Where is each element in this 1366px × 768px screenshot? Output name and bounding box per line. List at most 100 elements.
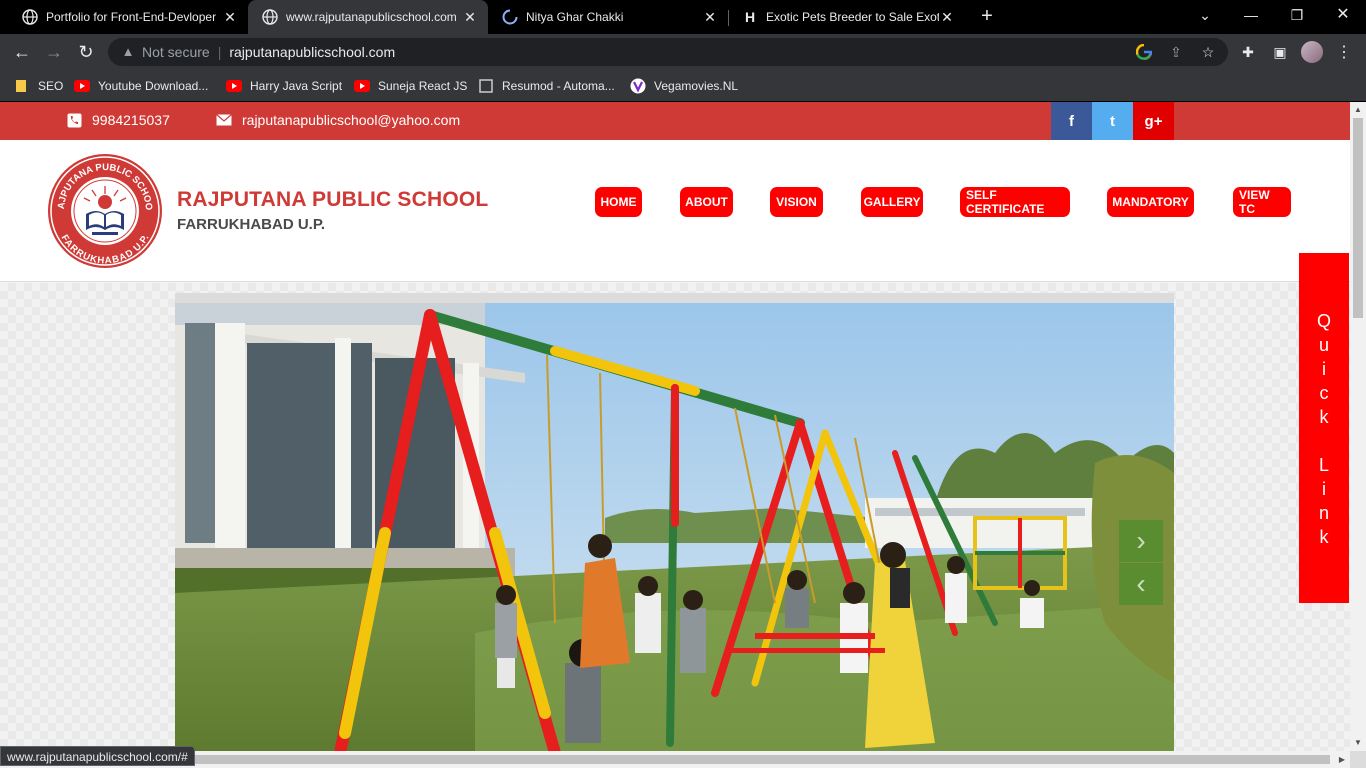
bookmark-label: Suneja React JS <box>378 79 468 93</box>
tab-title: Exotic Pets Breeder to Sale Exotic <box>766 10 939 24</box>
tab-search-chevron-icon[interactable]: ⌄ <box>1182 0 1228 34</box>
close-window-button[interactable]: ✕ <box>1320 0 1366 34</box>
horizontal-scrollbar[interactable]: ▶ <box>0 751 1350 768</box>
email-address[interactable]: rajputanapublicschool@yahoo.com <box>242 112 460 128</box>
school-location: FARRUKHABAD U.P. <box>177 216 326 233</box>
menu-dots-icon[interactable]: ⋮ <box>1330 38 1358 66</box>
minimize-button[interactable]: — <box>1228 0 1274 34</box>
restore-button[interactable]: ❐ <box>1274 0 1320 34</box>
slider-next-arrow-icon[interactable]: › <box>1119 520 1163 562</box>
url-text[interactable]: rajputanapublicschool.com <box>229 44 395 60</box>
bookmark-label: SEO <box>38 79 64 93</box>
hero-slider-image[interactable] <box>175 303 1174 751</box>
tab-rajputana[interactable]: www.rajputanapublicschool.com ✕ <box>248 0 488 34</box>
nav-about[interactable]: ABOUT <box>680 187 733 217</box>
mail-icon <box>216 112 232 128</box>
quick-link-letter: Q <box>1316 311 1331 331</box>
close-icon[interactable]: ✕ <box>222 9 238 26</box>
youtube-icon <box>74 78 90 94</box>
quick-link-letter: k <box>1319 407 1329 427</box>
google-plus-icon[interactable]: g+ <box>1133 102 1174 140</box>
quick-link-letter: L <box>1318 455 1329 475</box>
forward-arrow-icon[interactable]: → <box>40 38 68 66</box>
quick-link-letter: i <box>1322 359 1326 379</box>
resumod-icon <box>478 78 494 94</box>
phone-icon <box>66 112 82 128</box>
nav-self-certificate[interactable]: SELF CERTIFICATE <box>960 187 1070 217</box>
back-arrow-icon[interactable]: ← <box>8 38 36 66</box>
horizontal-scroll-thumb[interactable] <box>190 755 1330 764</box>
quick-link-tab[interactable]: Q u i c k L i n k <box>1299 253 1349 603</box>
tab-title: Portfolio for Front-End-Devloper <box>46 10 217 24</box>
youtube-icon <box>226 78 242 94</box>
quick-link-letter: c <box>1319 383 1329 403</box>
folder-icon <box>14 78 30 94</box>
share-icon[interactable]: ⇪ <box>1164 38 1188 66</box>
vertical-scroll-thumb[interactable] <box>1353 118 1363 318</box>
tab-exotic-pets[interactable]: H Exotic Pets Breeder to Sale Exotic ✕ <box>728 0 965 34</box>
main-content: › ‹ <box>0 283 1350 751</box>
bookmarks-bar: SEO Youtube Download... Harry Java Scrip… <box>0 70 1366 102</box>
reload-icon[interactable]: ↻ <box>72 38 100 66</box>
quick-link-letter: k <box>1319 527 1329 547</box>
web-viewport: 9984215037 rajputanapublicschool@yahoo.c… <box>0 102 1350 751</box>
scroll-right-arrow-icon[interactable]: ▶ <box>1334 751 1350 768</box>
vegamovies-icon <box>630 78 646 94</box>
side-panel-icon[interactable]: ▣ <box>1266 38 1294 66</box>
new-tab-button[interactable]: + <box>976 5 998 27</box>
nav-gallery[interactable]: GALLERY <box>861 187 923 217</box>
globe-icon <box>262 9 278 25</box>
star-icon[interactable]: ☆ <box>1196 38 1220 66</box>
loading-spinner-icon <box>502 9 518 25</box>
bookmark-youtube-download[interactable]: Youtube Download... <box>74 76 208 96</box>
tab-strip: Portfolio for Front-End-Devloper ✕ www.r… <box>0 0 1366 34</box>
close-icon[interactable]: ✕ <box>939 9 955 26</box>
email-contact: rajputanapublicschool@yahoo.com <box>216 112 460 128</box>
security-label[interactable]: Not secure <box>142 44 210 60</box>
bookmark-harry-js[interactable]: Harry Java Script <box>226 76 342 96</box>
bookmark-suneja-react[interactable]: Suneja React JS <box>354 76 467 96</box>
status-bar-url: www.rajputanapublicschool.com/# <box>0 746 195 766</box>
bookmark-seo[interactable]: SEO <box>14 76 63 96</box>
nav-vision[interactable]: VISION <box>770 187 823 217</box>
nav-home[interactable]: HOME <box>595 187 642 217</box>
hash-icon: H <box>744 9 756 25</box>
warning-triangle-icon[interactable]: ▲ <box>120 44 136 60</box>
phone-contact: 9984215037 <box>66 112 170 128</box>
bookmark-vegamovies[interactable]: Vegamovies.NL <box>630 76 738 96</box>
contact-bar: 9984215037 rajputanapublicschool@yahoo.c… <box>0 102 1350 140</box>
address-bar[interactable]: ▲ Not secure | rajputanapublicschool.com… <box>108 38 1228 66</box>
twitter-icon[interactable]: t <box>1092 102 1133 140</box>
quick-link-letter: n <box>1318 503 1329 523</box>
scroll-down-arrow-icon[interactable]: ▼ <box>1350 735 1366 751</box>
bookmark-label: Youtube Download... <box>98 79 209 93</box>
bookmark-label: Vegamovies.NL <box>654 79 739 93</box>
avatar[interactable] <box>1298 38 1326 66</box>
vertical-scrollbar[interactable]: ▲ ▼ <box>1350 102 1366 751</box>
close-icon[interactable]: ✕ <box>462 9 478 26</box>
omnibox-divider: | <box>217 44 222 60</box>
nav-mandatory[interactable]: MANDATORY <box>1107 187 1194 217</box>
tab-title: www.rajputanapublicschool.com <box>286 10 457 24</box>
nav-view-tc[interactable]: VIEW TC <box>1233 187 1291 217</box>
slider-prev-arrow-icon[interactable]: ‹ <box>1119 563 1163 605</box>
quick-link-letter: i <box>1322 479 1326 499</box>
tab-portfolio[interactable]: Portfolio for Front-End-Devloper ✕ <box>8 0 248 34</box>
bookmark-label: Harry Java Script <box>250 79 343 93</box>
site-header: RAJPUTANA PUBLIC SCHOOL FARRUKHABAD U.P.… <box>0 140 1350 282</box>
facebook-icon[interactable]: f <box>1051 102 1092 140</box>
globe-icon <box>22 9 38 25</box>
google-icon[interactable] <box>1132 38 1156 66</box>
school-logo[interactable]: RAJPUTANA PUBLIC SCHOOL FARRUKHABAD U.P. <box>43 144 164 270</box>
tab-title: Nitya Ghar Chakki <box>526 10 624 24</box>
bookmark-label: Resumod - Automa... <box>502 79 615 93</box>
school-name[interactable]: RAJPUTANA PUBLIC SCHOOL <box>177 188 488 212</box>
youtube-icon <box>354 78 370 94</box>
browser-toolbar: ← → ↻ ▲ Not secure | rajputanapublicscho… <box>0 34 1366 70</box>
bookmark-resumod[interactable]: Resumod - Automa... <box>478 76 615 96</box>
extensions-icon[interactable]: ✚ <box>1234 38 1262 66</box>
tab-nitya[interactable]: Nitya Ghar Chakki ✕ <box>488 0 728 34</box>
phone-number[interactable]: 9984215037 <box>92 112 170 128</box>
close-icon[interactable]: ✕ <box>702 9 718 26</box>
scroll-up-arrow-icon[interactable]: ▲ <box>1350 102 1366 118</box>
